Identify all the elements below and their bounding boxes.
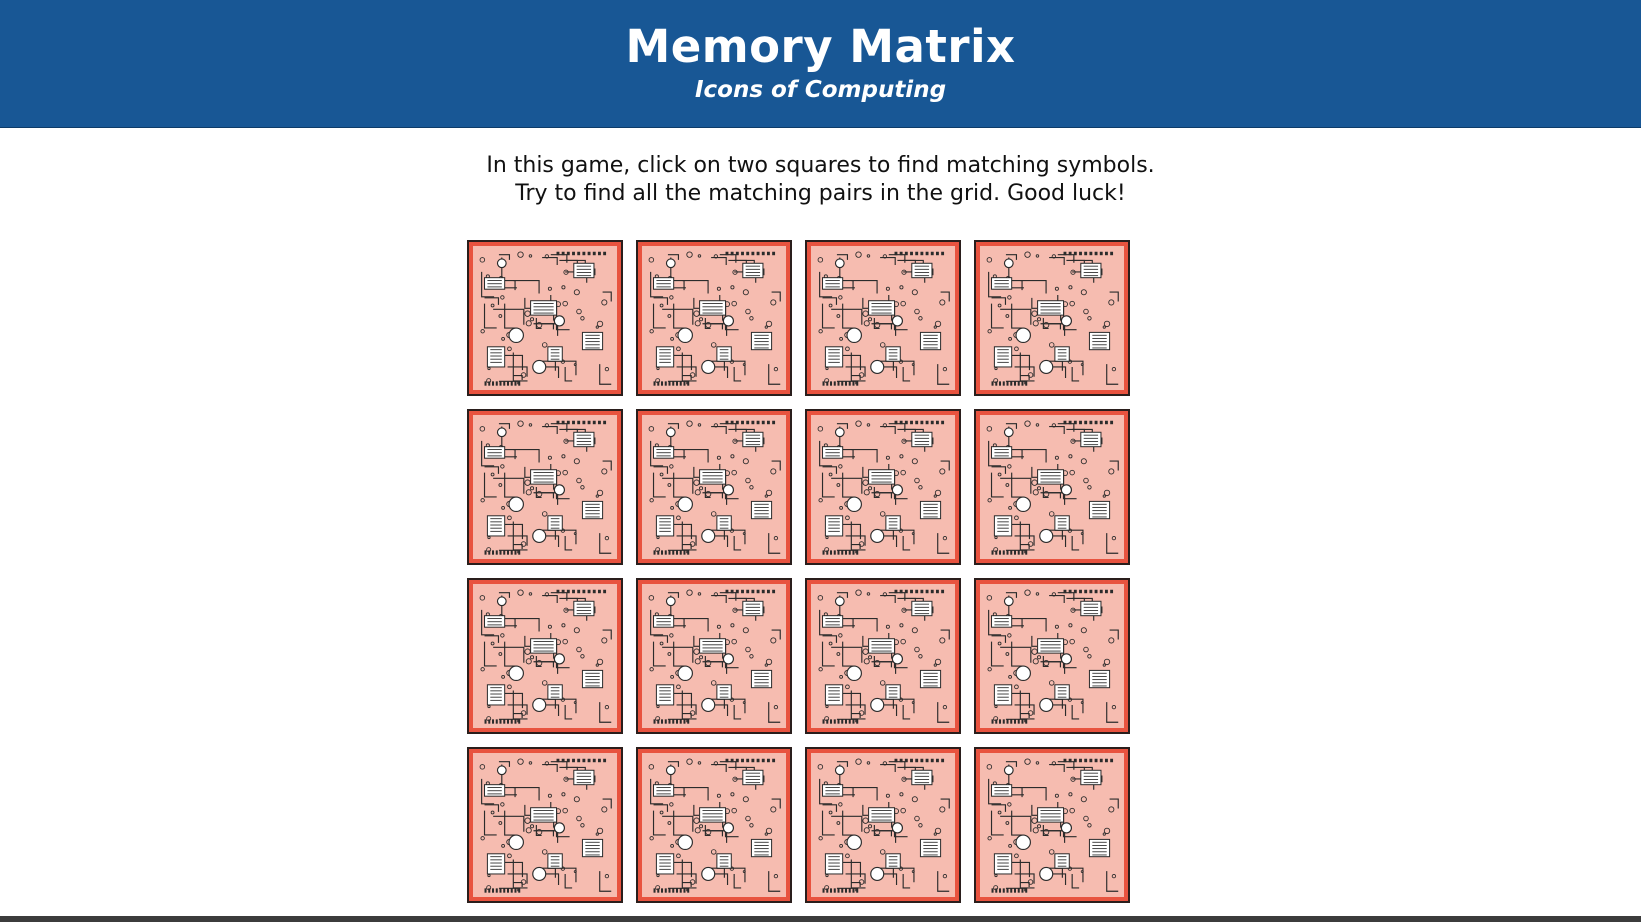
circuit-board-icon [473, 246, 617, 390]
memory-card[interactable] [636, 409, 792, 565]
memory-card[interactable] [467, 747, 623, 903]
game-instructions: In this game, click on two squares to fi… [0, 152, 1641, 208]
circuit-board-icon [642, 753, 786, 897]
circuit-board-icon [811, 246, 955, 390]
bottom-divider [0, 916, 1641, 922]
memory-card[interactable] [636, 578, 792, 734]
memory-card[interactable] [805, 747, 961, 903]
circuit-board-icon [473, 753, 617, 897]
circuit-board-icon [980, 415, 1124, 559]
memory-card[interactable] [974, 240, 1130, 396]
memory-card[interactable] [636, 240, 792, 396]
circuit-board-icon [811, 753, 955, 897]
circuit-board-icon [980, 584, 1124, 728]
memory-card[interactable] [805, 409, 961, 565]
memory-card[interactable] [467, 409, 623, 565]
memory-card[interactable] [805, 578, 961, 734]
memory-grid [467, 240, 1133, 903]
instructions-line-2: Try to find all the matching pairs in th… [515, 181, 1126, 206]
circuit-board-icon [473, 415, 617, 559]
circuit-board-icon [980, 753, 1124, 897]
memory-card[interactable] [636, 747, 792, 903]
page-title: Memory Matrix [625, 20, 1016, 73]
circuit-board-icon [811, 415, 955, 559]
memory-card[interactable] [974, 409, 1130, 565]
page-header: Memory Matrix Icons of Computing [0, 0, 1641, 128]
memory-card[interactable] [974, 747, 1130, 903]
instructions-line-1: In this game, click on two squares to fi… [486, 153, 1155, 178]
page-subtitle: Icons of Computing [694, 77, 947, 103]
circuit-board-icon [642, 584, 786, 728]
memory-card[interactable] [467, 578, 623, 734]
circuit-board-icon [642, 246, 786, 390]
circuit-board-icon [980, 246, 1124, 390]
memory-card[interactable] [974, 578, 1130, 734]
circuit-board-icon [642, 415, 786, 559]
circuit-board-icon [811, 584, 955, 728]
memory-card[interactable] [467, 240, 623, 396]
memory-card[interactable] [805, 240, 961, 396]
circuit-board-icon [473, 584, 617, 728]
